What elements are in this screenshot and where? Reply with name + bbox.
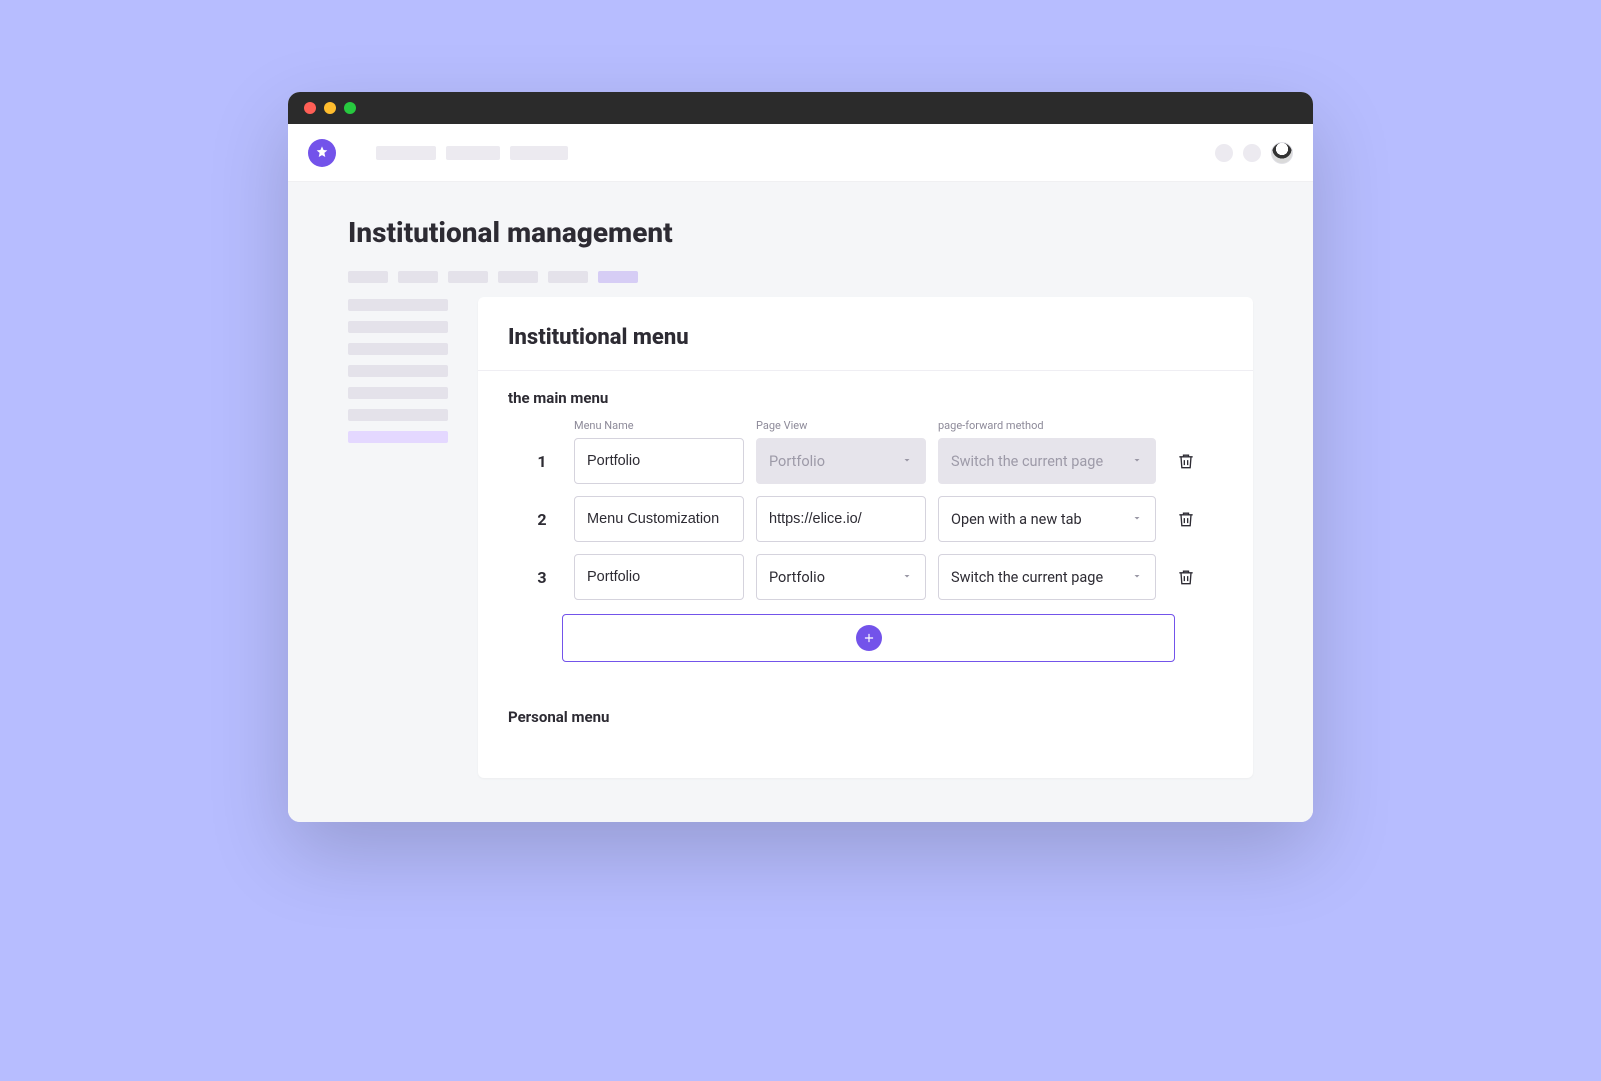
- plus-icon: [856, 625, 882, 651]
- topbar-action-placeholder: [1215, 144, 1233, 162]
- forward-method-select[interactable]: Switch the current page: [938, 554, 1156, 600]
- topbar-action-placeholder: [1243, 144, 1261, 162]
- delete-row-button[interactable]: [1168, 567, 1204, 587]
- forward-method-select[interactable]: Switch the current page: [938, 438, 1156, 484]
- chevron-down-icon: [901, 453, 913, 470]
- panel-heading: Institutional menu: [508, 325, 1223, 350]
- window-close-icon[interactable]: [304, 102, 316, 114]
- page-view-select[interactable]: Portfolio: [756, 554, 926, 600]
- sidebar-placeholder: [348, 299, 448, 778]
- chevron-down-icon: [1131, 569, 1143, 586]
- row-index: 1: [522, 452, 562, 471]
- window-minimize-icon[interactable]: [324, 102, 336, 114]
- chevron-down-icon: [901, 569, 913, 586]
- delete-row-button[interactable]: [1168, 451, 1204, 471]
- menu-name-input[interactable]: [574, 496, 744, 542]
- window-titlebar: [288, 92, 1313, 124]
- section-personal-menu: Personal menu: [508, 708, 1223, 726]
- forward-method-select[interactable]: Open with a new tab: [938, 496, 1156, 542]
- window-zoom-icon[interactable]: [344, 102, 356, 114]
- app-logo-icon[interactable]: [308, 139, 336, 167]
- row-index: 3: [522, 568, 562, 587]
- chevron-down-icon: [1131, 511, 1143, 528]
- page-content: Institutional management Institutional m…: [288, 182, 1313, 822]
- page-view-select[interactable]: Portfolio: [756, 438, 926, 484]
- settings-panel: Institutional menu the main menu Menu Na…: [478, 297, 1253, 778]
- page-view-input[interactable]: [756, 496, 926, 542]
- top-nav-placeholder: [376, 146, 568, 160]
- col-page-view: Page View: [756, 419, 926, 432]
- col-menu-name: Menu Name: [574, 419, 744, 432]
- menu-name-input[interactable]: [574, 554, 744, 600]
- menu-row: 2 Open with a new tab: [508, 496, 1223, 542]
- app-topbar: [288, 124, 1313, 182]
- chevron-down-icon: [1131, 453, 1143, 470]
- menu-name-input[interactable]: [574, 438, 744, 484]
- add-row-button[interactable]: [562, 614, 1175, 662]
- divider: [478, 370, 1253, 371]
- tabs-placeholder: [348, 271, 1253, 283]
- page-title: Institutional management: [348, 216, 1253, 249]
- section-main-menu: the main menu: [508, 389, 1223, 407]
- menu-row: 1 Portfolio Switch the current page: [508, 438, 1223, 484]
- row-index: 2: [522, 510, 562, 529]
- browser-window: Institutional management Institutional m…: [288, 92, 1313, 822]
- delete-row-button[interactable]: [1168, 509, 1204, 529]
- avatar[interactable]: [1271, 142, 1293, 164]
- column-headers: Menu Name Page View page-forward method: [508, 419, 1223, 432]
- menu-row: 3 Portfolio Switch the current page: [508, 554, 1223, 600]
- col-forward-method: page-forward method: [938, 419, 1156, 432]
